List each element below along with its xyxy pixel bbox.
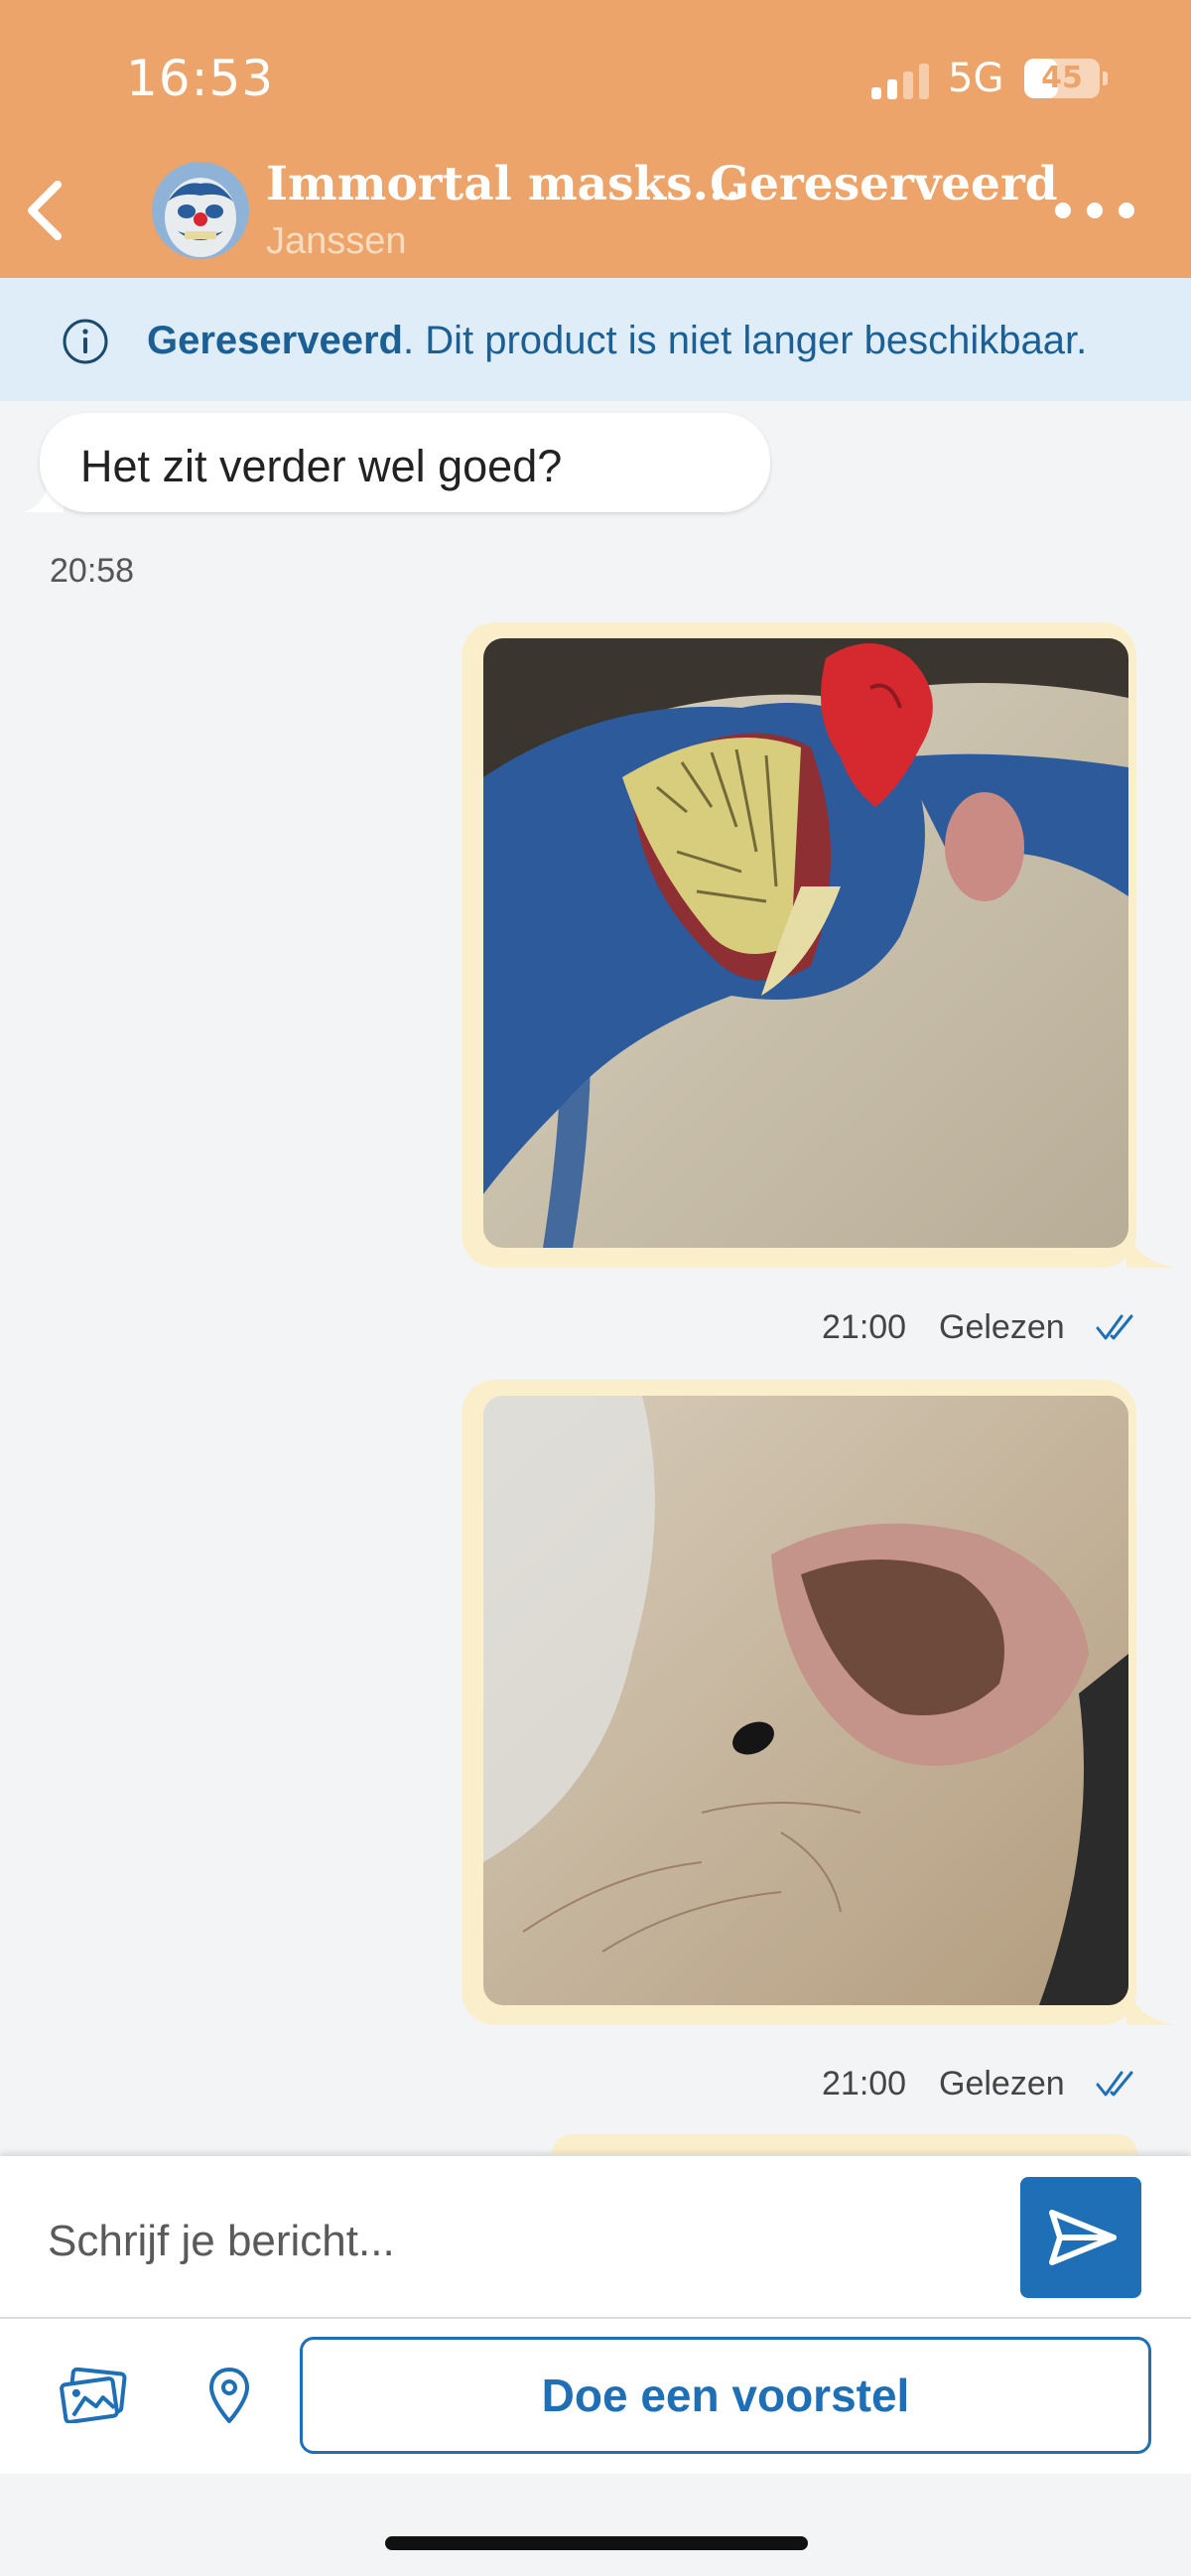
- read-status: Gelezen: [939, 2065, 1065, 2102]
- photo-attachment[interactable]: [483, 638, 1128, 1248]
- home-indicator[interactable]: [385, 2536, 808, 2550]
- incoming-message-time: 20:58: [50, 552, 135, 590]
- gallery-icon[interactable]: [60, 2368, 127, 2423]
- home-indicator-area: [0, 2474, 1191, 2576]
- photo-message-time: 21:00: [822, 1308, 907, 1346]
- status-time: 16:53: [126, 50, 275, 107]
- signal-icon: [871, 64, 929, 99]
- send-button[interactable]: [1020, 2177, 1141, 2298]
- make-offer-button[interactable]: Doe een voorstel: [300, 2337, 1151, 2454]
- message-input[interactable]: [48, 2212, 941, 2271]
- reservation-status: Gereserveerd: [710, 157, 1058, 211]
- chevron-left-icon[interactable]: [20, 179, 69, 242]
- send-icon: [1049, 2210, 1117, 2265]
- incoming-message-text: Het zit verder wel goed?: [80, 441, 563, 491]
- battery-percentage: 45: [1041, 61, 1083, 95]
- battery-icon: 45: [1024, 59, 1108, 98]
- network-label: 5G: [948, 56, 1004, 101]
- seller-name: Janssen: [266, 220, 407, 262]
- double-check-icon: [1096, 1314, 1133, 1340]
- avatar[interactable]: [152, 162, 249, 259]
- more-horizontal-icon[interactable]: [1055, 203, 1134, 218]
- read-status: Gelezen: [939, 1308, 1065, 1346]
- info-icon: [63, 319, 108, 364]
- banner-message: Gereserveerd. Dit product is niet langer…: [147, 319, 1087, 363]
- listing-title[interactable]: Immortal masks...: [266, 157, 741, 211]
- double-check-icon: [1096, 2071, 1133, 2097]
- photo-message-bubble-partial[interactable]: [552, 2134, 1137, 2154]
- banner-text: . Dit product is niet langer beschikbaar…: [402, 319, 1088, 362]
- photo-message-time: 21:00: [822, 2065, 907, 2102]
- photo-attachment[interactable]: [483, 1396, 1128, 2005]
- location-pin-icon[interactable]: [206, 2366, 252, 2425]
- banner-status: Gereserveerd: [147, 319, 403, 362]
